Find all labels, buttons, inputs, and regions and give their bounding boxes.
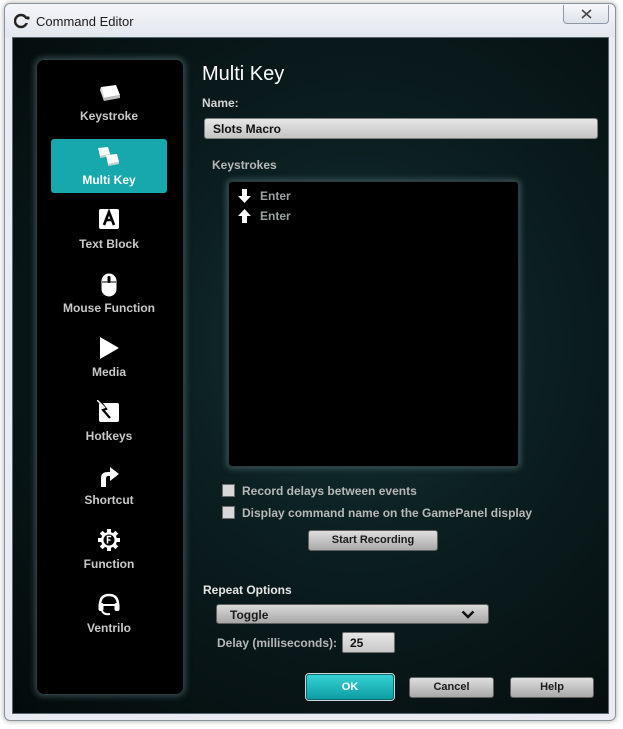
help-button[interactable]: Help: [510, 677, 594, 698]
arrow-down-icon: [238, 189, 251, 203]
display-name-label: Display command name on the GamePanel di…: [242, 506, 533, 520]
start-recording-button[interactable]: Start Recording: [308, 530, 438, 551]
close-button[interactable]: [563, 5, 609, 24]
sidebar-item-shortcut[interactable]: Shortcut: [51, 459, 167, 513]
sidebar-item-mouse-function[interactable]: Mouse Function: [51, 267, 167, 321]
shortcut-arrow-icon: [101, 467, 119, 487]
editor-client-area: Keystroke Multi Key Text Block Mouse Fun…: [12, 37, 609, 714]
sidebar-item-text-block[interactable]: Text Block: [51, 203, 167, 257]
sidebar-item-multi-key[interactable]: Multi Key: [51, 139, 167, 193]
record-delays-checkbox[interactable]: [222, 484, 235, 497]
window-title: Command Editor: [36, 14, 134, 29]
name-input[interactable]: [204, 118, 598, 139]
keystroke-key: Enter: [260, 209, 291, 223]
play-icon: [100, 337, 119, 359]
sidebar-item-hotkeys[interactable]: Hotkeys: [51, 395, 167, 449]
sidebar-item-label: Mouse Function: [63, 301, 155, 315]
sidebar-item-label: Ventrilo: [86, 621, 131, 635]
logitech-app-icon: [14, 13, 32, 29]
ok-button[interactable]: OK: [306, 674, 394, 700]
repeat-options-dropdown[interactable]: Toggle: [216, 604, 489, 624]
delay-input[interactable]: [342, 632, 395, 653]
text-block-icon: [99, 208, 119, 229]
repeat-selected-value: Toggle: [230, 608, 269, 622]
arrow-up-icon: [238, 209, 251, 223]
sidebar-item-keystroke[interactable]: Keystroke: [51, 75, 167, 129]
headset-icon: [98, 593, 120, 616]
multi-key-icon: [98, 147, 119, 166]
keystroke-icon: [100, 85, 120, 101]
display-name-checkbox[interactable]: [222, 506, 235, 519]
hotkeys-icon: [97, 400, 119, 422]
chevron-down-icon: [461, 610, 475, 619]
sidebar-item-label: Keystroke: [79, 109, 139, 123]
mouse-icon: [101, 273, 117, 297]
sidebar-item-media[interactable]: Media: [51, 331, 167, 385]
function-gear-icon: [98, 529, 120, 551]
record-delays-label: Record delays between events: [242, 484, 417, 498]
title-bar: Command Editor: [5, 4, 615, 37]
sidebar-item-label: Hotkeys: [85, 429, 133, 443]
close-icon: [581, 9, 592, 19]
name-label: Name:: [202, 96, 239, 110]
command-type-sidebar: Keystroke Multi Key Text Block Mouse Fun…: [36, 59, 184, 695]
cancel-button[interactable]: Cancel: [409, 677, 494, 698]
sidebar-item-label: Multi Key: [82, 173, 136, 187]
repeat-options-label: Repeat Options: [203, 583, 292, 597]
sidebar-item-label: Text Block: [79, 237, 139, 251]
sidebar-item-ventrilo[interactable]: Ventrilo: [51, 587, 167, 641]
sidebar-item-label: Media: [91, 365, 126, 379]
sidebar-item-label: Shortcut: [84, 493, 134, 507]
delay-label: Delay (milliseconds):: [217, 636, 338, 650]
sidebar-item-function[interactable]: Function: [51, 523, 167, 577]
keystroke-key: Enter: [260, 189, 291, 203]
page-title: Multi Key: [202, 63, 285, 85]
command-editor-window: Command Editor Keystroke Multi Key Text …: [4, 3, 616, 721]
sidebar-item-label: Function: [83, 557, 135, 571]
keystrokes-list[interactable]: Enter Enter: [228, 181, 519, 467]
keystrokes-label: Keystrokes: [212, 158, 277, 172]
